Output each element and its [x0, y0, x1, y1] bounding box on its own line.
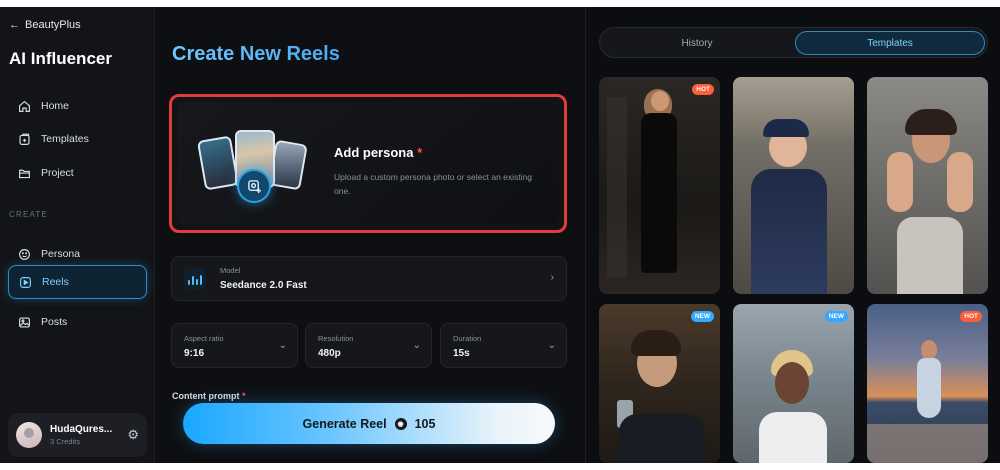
- template-figure: [631, 330, 681, 356]
- template-figure: [905, 109, 957, 135]
- template-figure: [947, 152, 973, 212]
- hot-badge: HOT: [960, 311, 982, 322]
- template-card[interactable]: HOT: [599, 77, 720, 294]
- template-figure: [619, 414, 705, 463]
- persona-card-inner: Add persona * Upload a custom persona ph…: [177, 102, 559, 225]
- sidebar-item-templates[interactable]: Templates: [8, 123, 147, 155]
- required-mark: *: [242, 391, 246, 401]
- templates-icon: [19, 133, 30, 145]
- required-mark: *: [417, 145, 423, 160]
- template-figure: [897, 217, 963, 294]
- model-value: Seedance 2.0 Fast: [220, 280, 307, 291]
- sidebar-item-label: Templates: [41, 133, 89, 145]
- arrow-left-icon: ←: [9, 19, 20, 31]
- chevron-down-icon: ⌄: [547, 340, 556, 351]
- persona-description: Upload a custom persona photo or select …: [334, 172, 532, 196]
- model-selector[interactable]: Model Seedance 2.0 Fast ›: [171, 256, 567, 301]
- image-icon: [19, 316, 30, 328]
- model-label: Model: [220, 266, 241, 275]
- generate-reel-button[interactable]: Generate Reel ◉ 105: [183, 403, 555, 444]
- model-field: Model Seedance 2.0 Fast: [220, 266, 307, 291]
- aspect-ratio-value: 9:16: [184, 348, 205, 359]
- template-figure: [887, 152, 913, 212]
- resolution-label: Resolution: [318, 334, 354, 343]
- duration-label: Duration: [453, 334, 482, 343]
- add-photo-icon[interactable]: [237, 169, 271, 203]
- persona-photo-thumbnail: [196, 135, 240, 191]
- back-label: BeautyPlus: [25, 19, 81, 31]
- content-prompt-label: Content prompt *: [172, 391, 246, 401]
- aspect-ratio-field: Aspect ratio 9:16: [184, 334, 224, 359]
- user-card[interactable]: HudaQures... 3 Credits ⚙: [8, 413, 147, 457]
- template-figure: [917, 358, 941, 418]
- template-card[interactable]: [733, 77, 854, 294]
- persona-title: Add persona *: [334, 145, 422, 160]
- generate-label: Generate Reel: [302, 416, 387, 431]
- template-figure: [641, 113, 677, 273]
- hot-badge: HOT: [692, 84, 714, 95]
- aspect-ratio-select[interactable]: Aspect ratio 9:16 ⌄: [171, 323, 298, 368]
- template-card[interactable]: NEW: [599, 304, 720, 463]
- new-badge: NEW: [690, 311, 714, 322]
- sidebar-item-label: Posts: [41, 316, 68, 328]
- user-credits: 3 Credits: [50, 437, 81, 446]
- aspect-ratio-label: Aspect ratio: [184, 334, 224, 343]
- template-figure: [751, 169, 827, 294]
- smile-icon: [19, 248, 30, 260]
- sidebar-item-label: Reels: [42, 276, 69, 288]
- folder-icon: [19, 169, 30, 178]
- page-title: Create New Reels: [172, 43, 340, 65]
- sidebar-item-posts[interactable]: Posts: [8, 306, 147, 338]
- user-name: HudaQures...: [50, 424, 113, 435]
- user-info: HudaQures... 3 Credits: [50, 424, 114, 446]
- app-title: AI Influencer: [9, 49, 112, 68]
- duration-field: Duration 15s: [453, 334, 481, 359]
- template-figure: [775, 362, 809, 404]
- chevron-right-icon: ›: [550, 272, 554, 283]
- gear-icon[interactable]: ⚙: [127, 427, 139, 443]
- duration-value: 15s: [453, 348, 470, 359]
- template-figure: [763, 119, 809, 137]
- reels-icon: [20, 276, 31, 288]
- sidebar-item-home[interactable]: Home: [8, 90, 147, 122]
- template-figure: [921, 340, 937, 360]
- section-label-create: CREATE: [9, 210, 49, 219]
- avatar: [16, 422, 42, 448]
- template-card[interactable]: [867, 77, 988, 294]
- templates-panel: History Templates HOT NEW NEW HOT: [585, 7, 1000, 463]
- generate-cost: 105: [414, 416, 436, 431]
- resolution-value: 480p: [318, 348, 341, 359]
- template-figure: [759, 412, 827, 463]
- app-window: ← BeautyPlus AI Influencer Home Template…: [0, 7, 1000, 463]
- template-figure: [867, 424, 988, 463]
- sidebar-item-label: Project: [41, 167, 74, 179]
- tab-history[interactable]: History: [602, 31, 792, 55]
- main-panel: Create New Reels Add persona * Upload a …: [155, 7, 585, 463]
- template-card[interactable]: HOT: [867, 304, 988, 463]
- model-bars-icon: [184, 268, 206, 290]
- resolution-select[interactable]: Resolution 480p ⌄: [305, 323, 432, 368]
- sidebar-item-reels[interactable]: Reels: [8, 265, 147, 299]
- resolution-field: Resolution 480p: [318, 334, 353, 359]
- add-persona-card[interactable]: Add persona * Upload a custom persona ph…: [169, 94, 567, 233]
- content-prompt-text: Content prompt: [172, 391, 240, 401]
- sidebar-item-label: Persona: [41, 248, 81, 260]
- duration-select[interactable]: Duration 15s ⌄: [440, 323, 567, 368]
- back-link[interactable]: ← BeautyPlus: [9, 19, 81, 31]
- view-toggle: History Templates: [599, 27, 988, 58]
- sidebar-item-project[interactable]: Project: [8, 157, 147, 189]
- home-icon: [19, 100, 30, 112]
- tab-templates[interactable]: Templates: [795, 31, 985, 55]
- template-figure: [607, 97, 627, 277]
- credit-coin-icon: ◉: [394, 417, 407, 430]
- persona-title-text: Add persona: [334, 145, 414, 160]
- chevron-down-icon: ⌄: [278, 340, 287, 351]
- sidebar: ← BeautyPlus AI Influencer Home Template…: [0, 7, 155, 463]
- new-badge: NEW: [824, 311, 848, 322]
- chevron-down-icon: ⌄: [412, 340, 421, 351]
- sidebar-item-label: Home: [41, 100, 70, 112]
- template-card[interactable]: NEW: [733, 304, 854, 463]
